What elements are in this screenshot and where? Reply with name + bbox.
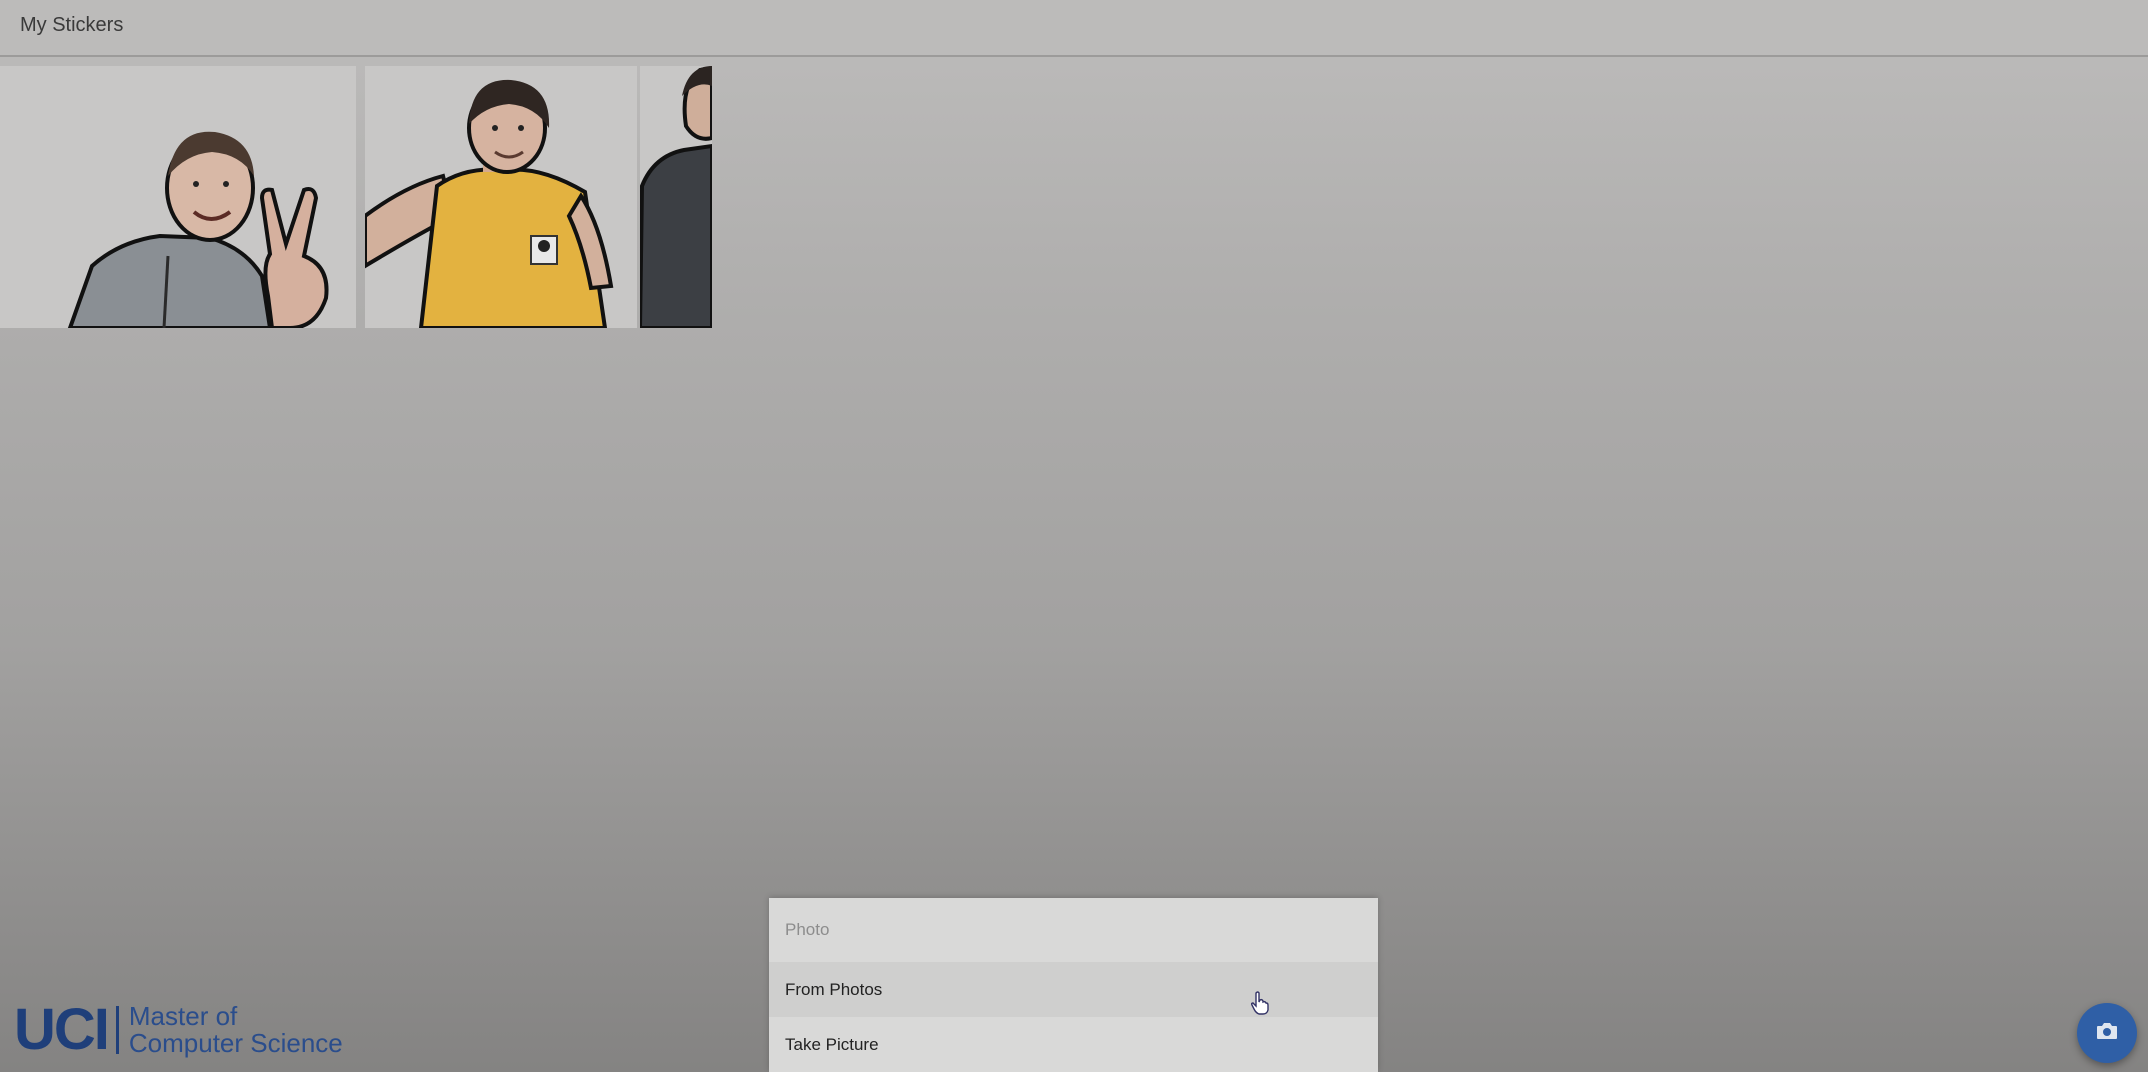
sticker-man-peace-sign[interactable] <box>0 66 356 328</box>
take-picture-option[interactable]: Take Picture <box>769 1017 1378 1072</box>
logo-line-2: Computer Science <box>128 1028 343 1058</box>
page-title: My Stickers <box>20 14 124 36</box>
app-header: My Stickers <box>0 0 2148 57</box>
sticker-man-yellow-shirt[interactable] <box>365 66 637 328</box>
action-sheet-title: Photo <box>785 920 830 939</box>
pointer-cursor-icon <box>1250 991 1269 1020</box>
logo-text: Master of Computer Science <box>129 1003 343 1057</box>
camera-fab-button[interactable] <box>2077 1003 2137 1063</box>
photo-action-sheet: Photo From Photos Take Picture <box>769 898 1378 1072</box>
camera-icon <box>2096 1022 2118 1045</box>
logo-line-1: Master of <box>128 1001 238 1031</box>
logo-mark: UCI <box>14 997 110 1062</box>
from-photos-option[interactable]: From Photos <box>769 962 1378 1017</box>
uci-logo: UCI Master of Computer Science <box>14 1000 343 1060</box>
sticker-person-partial[interactable] <box>640 66 712 328</box>
logo-divider <box>115 1006 119 1054</box>
